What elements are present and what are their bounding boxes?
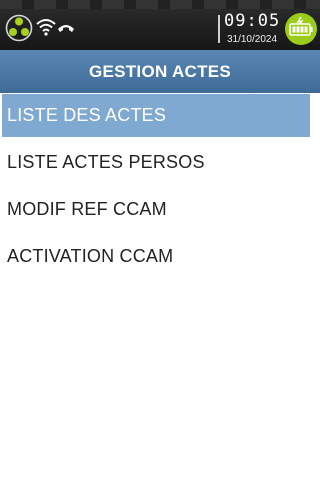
wifi-icon — [36, 19, 56, 36]
status-divider — [218, 15, 220, 43]
battery-charging-icon — [285, 13, 317, 45]
network-icon — [5, 14, 33, 42]
menu-item-activation-ccam[interactable]: ACTIVATION CCAM — [2, 235, 310, 278]
clock-date: 31/10/2024 — [226, 34, 278, 45]
title-bar: GESTION ACTES — [0, 50, 320, 93]
menu-item-modif-ref-ccam[interactable]: MODIF REF CCAM — [2, 188, 310, 231]
page-title: GESTION ACTES — [88, 61, 232, 81]
status-bar: 09:05 31/10/2024 — [0, 0, 320, 50]
menu-item-liste-des-actes[interactable]: LISTE DES ACTES — [2, 94, 310, 137]
menu-item-liste-actes-persos[interactable]: LISTE ACTES PERSOS — [2, 141, 310, 184]
status-bar-strip — [0, 0, 320, 9]
clock-time: 09:05 — [224, 11, 281, 31]
phone-hangup-icon — [58, 25, 74, 32]
